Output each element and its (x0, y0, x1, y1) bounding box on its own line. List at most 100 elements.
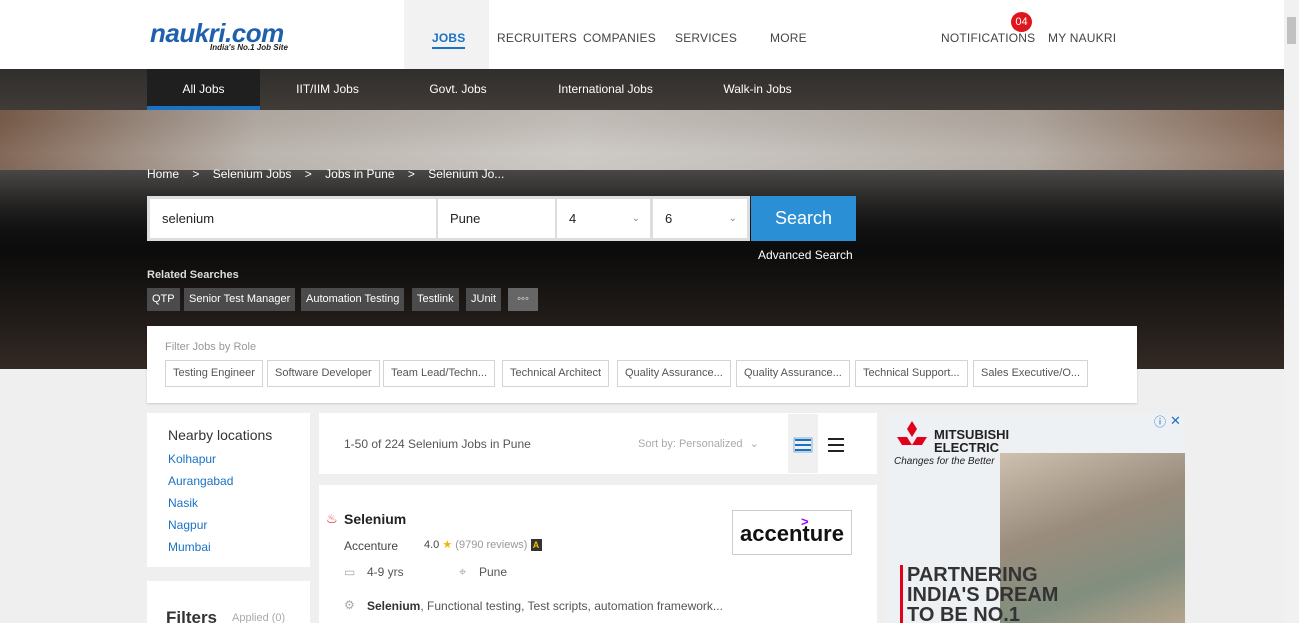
nav-recruiters[interactable]: RECRUITERS (497, 31, 577, 45)
job-skills: Selenium, Functional testing, Test scrip… (367, 599, 723, 613)
top-header: naukri.com India's No.1 Job Site JOBS RE… (0, 0, 1284, 69)
nearby-location-link[interactable]: Nasik (168, 496, 198, 510)
subnav-all-jobs[interactable]: All Jobs (147, 69, 260, 110)
breadcrumb-jobs-in-pune[interactable]: Jobs in Pune (325, 167, 394, 181)
breadcrumb-separator: > (407, 167, 415, 181)
nav-jobs-label: JOBS (432, 31, 466, 49)
nearby-location-link[interactable]: Nagpur (168, 518, 207, 532)
job-company[interactable]: Accenture (344, 539, 398, 553)
ad-close-icon[interactable]: ✕ (1170, 413, 1181, 429)
notification-count-badge: 04 (1011, 12, 1032, 32)
filters-applied-count[interactable]: Applied (0) (232, 612, 285, 623)
detailed-view-toggle[interactable] (788, 414, 818, 473)
mitsubishi-logo-icon (897, 421, 927, 445)
subnav-international-jobs[interactable]: International Jobs (548, 69, 663, 110)
max-experience-value: 6 (665, 211, 673, 226)
skills-icon: ⚙ (344, 598, 355, 612)
skills-highlight: Selenium (367, 599, 421, 613)
hot-job-icon: ♨ (326, 511, 338, 526)
ad-info-icon[interactable]: ⓘ (1154, 413, 1166, 430)
results-header: 1-50 of 224 Selenium Jobs in Pune Sort b… (319, 413, 877, 474)
min-experience-value: 4 (569, 211, 577, 226)
accenture-chevron-icon: > (801, 514, 809, 529)
advanced-search-link[interactable]: Advanced Search (758, 248, 853, 262)
scrollbar-thumb[interactable] (1287, 17, 1296, 44)
skills-rest: , Functional testing, Test scripts, auto… (420, 599, 723, 613)
max-experience-select[interactable]: 6 ⌄ (653, 199, 747, 238)
subnav-iit-iim-jobs[interactable]: IIT/IIM Jobs (280, 69, 375, 110)
filters-title: Filters (166, 608, 218, 623)
sort-dropdown[interactable]: Sort by: Personalized ⌄ (638, 437, 759, 450)
list-icon (828, 438, 844, 452)
related-chip-qtp[interactable]: QTP (147, 288, 180, 311)
role-chip[interactable]: Sales Executive/O... (973, 360, 1089, 387)
nearby-location-link[interactable]: Mumbai (168, 540, 211, 554)
advertisement[interactable]: MITSUBISHI ELECTRIC Changes for the Bett… (885, 413, 1185, 623)
search-form: selenium Pune 4 ⌄ 6 ⌄ (147, 196, 750, 241)
chevron-down-icon: ⌄ (749, 438, 759, 450)
briefcase-icon: ▭ (344, 565, 356, 579)
ad-brand: MITSUBISHI ELECTRIC (934, 428, 1009, 454)
breadcrumb-separator: > (192, 167, 200, 181)
ambitionbox-badge: A (530, 539, 542, 551)
nav-companies[interactable]: COMPANIES (583, 31, 656, 45)
ad-headline-line2: INDIA'S DREAM (907, 584, 1059, 606)
nav-my-naukri[interactable]: MY NAUKRI (1048, 31, 1116, 45)
naukri-logo[interactable]: naukri.com India's No.1 Job Site (150, 18, 335, 58)
related-chip-junit[interactable]: JUnit (466, 288, 502, 311)
company-rating[interactable]: 4.0 ★ (9790 reviews) A (424, 538, 542, 551)
search-button[interactable]: Search (751, 196, 856, 241)
company-logo[interactable]: accenture > (732, 510, 852, 555)
filter-by-role-card: Filter Jobs by Role Testing Engineer Sof… (147, 326, 1137, 403)
nearby-location-link[interactable]: Kolhapur (168, 452, 216, 466)
ad-headline-line3: TO BE NO.1 (907, 604, 1020, 623)
ad-headline-line1: PARTNERING (907, 564, 1038, 586)
filter-by-role-label: Filter Jobs by Role (165, 341, 257, 353)
search-hero: All Jobs IIT/IIM Jobs Govt. Jobs Interna… (0, 69, 1284, 369)
chevron-down-icon: ⌄ (631, 213, 640, 224)
review-count: (9790 reviews) (455, 539, 528, 551)
more-related-button[interactable]: ◦◦◦ (508, 288, 538, 311)
compact-view-toggle[interactable] (824, 414, 854, 473)
breadcrumb-home[interactable]: Home (147, 167, 179, 181)
nav-notifications[interactable]: NOTIFICATIONS (941, 31, 1035, 45)
job-location: Pune (479, 565, 508, 579)
subnav-govt-jobs[interactable]: Govt. Jobs (418, 69, 498, 110)
related-chip-senior-test-manager[interactable]: Senior Test Manager (184, 288, 296, 311)
logo-tagline: India's No.1 Job Site (210, 43, 288, 52)
sub-navigation: All Jobs IIT/IIM Jobs Govt. Jobs Interna… (0, 69, 1284, 110)
role-chip[interactable]: Software Developer (267, 360, 380, 387)
vertical-scrollbar[interactable] (1284, 0, 1299, 623)
job-card[interactable]: ♨ Selenium Accenture 4.0 ★ (9790 reviews… (319, 485, 877, 623)
related-chip-automation-testing[interactable]: Automation Testing (301, 288, 405, 311)
nav-jobs[interactable]: JOBS (432, 31, 466, 49)
nav-services[interactable]: SERVICES (675, 31, 737, 45)
min-experience-select[interactable]: 4 ⌄ (557, 199, 650, 238)
job-title[interactable]: Selenium (344, 511, 406, 527)
star-icon: ★ (442, 539, 453, 551)
ad-tagline: Changes for the Better (894, 456, 995, 467)
role-chip[interactable]: Quality Assurance... (617, 360, 731, 387)
breadcrumb-current: Selenium Jo... (428, 167, 505, 181)
role-chip[interactable]: Technical Support... (855, 360, 968, 387)
nearby-location-link[interactable]: Aurangabad (168, 474, 233, 488)
role-chip[interactable]: Testing Engineer (165, 360, 263, 387)
subnav-walk-in-jobs[interactable]: Walk-in Jobs (715, 69, 800, 110)
ad-brand-line2: ELECTRIC (934, 440, 999, 455)
nav-more[interactable]: MORE (770, 31, 807, 45)
detailed-list-icon (793, 437, 813, 453)
nearby-locations-title: Nearby locations (168, 427, 273, 443)
breadcrumb: Home > Selenium Jobs > Jobs in Pune > Se… (147, 167, 514, 181)
breadcrumb-selenium-jobs[interactable]: Selenium Jobs (213, 167, 292, 181)
role-chip[interactable]: Team Lead/Techn... (383, 360, 496, 387)
related-chip-testlink[interactable]: Testlink (412, 288, 459, 311)
role-chip[interactable]: Technical Architect (502, 360, 610, 387)
role-chip[interactable]: Quality Assurance... (736, 360, 850, 387)
rating-value: 4.0 (424, 539, 440, 551)
results-count: 1-50 of 224 Selenium Jobs in Pune (344, 437, 531, 451)
location-input[interactable]: Pune (438, 199, 555, 238)
chevron-down-icon: ⌄ (728, 213, 737, 224)
sort-label: Sort by: Personalized (638, 438, 743, 450)
location-pin-icon: ⌖ (459, 564, 467, 579)
keyword-input[interactable]: selenium (150, 199, 436, 238)
